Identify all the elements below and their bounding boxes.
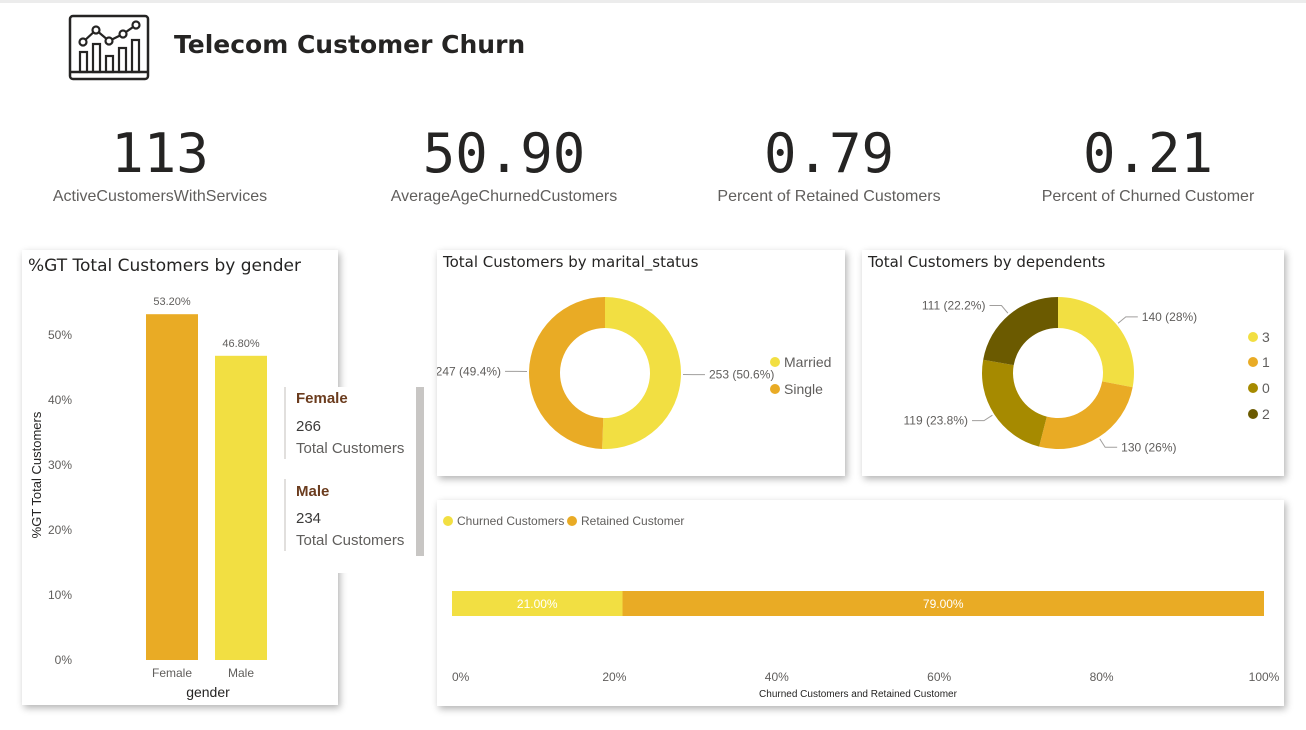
legend-label: Single	[784, 381, 823, 397]
legend-label: 0	[1262, 380, 1270, 396]
x-tick-label: 20%	[602, 670, 626, 684]
kpi-value: 0.79	[763, 122, 895, 185]
tooltip-divider	[284, 387, 286, 459]
tooltip-scrollbar[interactable]	[416, 387, 424, 556]
legend-dot	[770, 384, 780, 394]
churn-retained-chart-card[interactable]: Churned Customers Retained Customer 21.0…	[437, 500, 1284, 706]
donut-slice-2	[983, 297, 1058, 366]
data-label: 111 (22.2%)	[922, 299, 986, 313]
donut-slice-3	[1058, 297, 1134, 388]
y-tick-label: 50%	[48, 328, 72, 342]
tooltip-label: Total Customers	[296, 532, 405, 549]
leader-line	[1099, 438, 1118, 448]
donut-slice-single	[528, 297, 605, 449]
leader-line	[1117, 316, 1138, 324]
kpi-value: 0.21	[1082, 122, 1214, 185]
legend-dot	[1248, 383, 1258, 393]
kpi-average-age[interactable]: 50.90 AverageAgeChurnedCustomers	[349, 120, 659, 206]
data-label: 21.00%	[517, 597, 558, 611]
tooltip-category: Male	[296, 483, 330, 500]
x-tick-label: 100%	[1249, 670, 1280, 684]
data-label: 130 (26%)	[1121, 440, 1176, 454]
x-tick-label: 0%	[452, 670, 470, 684]
data-label: 140 (28%)	[1142, 310, 1197, 324]
y-tick-label: 10%	[48, 588, 72, 602]
kpi-label: Percent of Churned Customer	[1041, 188, 1255, 205]
donut-slice-married	[602, 297, 681, 449]
data-label: 46.80%	[222, 338, 260, 350]
kpi-active-customers[interactable]: 113 ActiveCustomersWithServices	[5, 120, 315, 206]
data-label: 53.20%	[153, 296, 191, 308]
tooltip-value: 234	[296, 510, 322, 527]
tooltip: Female 266 Total Customers Male 234 Tota…	[284, 387, 424, 573]
tooltip-value: 266	[296, 418, 322, 435]
x-axis-title: Churned Customers and Retained Customer	[759, 689, 958, 700]
y-tick-label: 20%	[48, 523, 72, 537]
data-label: 119 (23.8%)	[904, 414, 968, 428]
data-label: 79.00%	[923, 597, 964, 611]
kpi-label: AverageAgeChurnedCustomers	[390, 188, 618, 205]
dependents-donut[interactable]: 140 (28%) 130 (26%) 119 (23.8%) 111 (22.2%)	[862, 250, 1284, 476]
x-tick-label: Male	[228, 666, 254, 680]
tooltip-label: Total Customers	[296, 440, 405, 457]
legend-dot	[1248, 357, 1258, 367]
leader-line	[989, 305, 1009, 314]
x-axis-title: gender	[186, 684, 230, 700]
legend-label: 3	[1262, 329, 1270, 345]
kpi-value: 113	[111, 122, 209, 185]
donut-slice-1	[1039, 381, 1133, 449]
legend-label: 2	[1262, 406, 1270, 422]
kpi-label: ActiveCustomersWithServices	[52, 188, 268, 205]
donut-slice-0	[982, 359, 1047, 447]
data-label: 247 (49.4%)	[437, 364, 501, 378]
legend-item-2[interactable]: 2	[1248, 406, 1270, 422]
tooltip-divider	[284, 479, 286, 551]
legend-item-1[interactable]: 1	[1248, 354, 1270, 370]
y-tick-label: 30%	[48, 458, 72, 472]
data-label: 253 (50.6%)	[709, 368, 774, 382]
kpi-value: 50.90	[422, 122, 586, 185]
legend-dot	[1248, 409, 1258, 419]
y-tick-label: 40%	[48, 393, 72, 407]
x-tick-label: 60%	[927, 670, 951, 684]
legend-label: Married	[784, 354, 832, 370]
legend-dot	[1248, 332, 1258, 342]
legend-item-single[interactable]: Single	[770, 381, 823, 397]
churn-retained-stacked-bar[interactable]: 21.00% 79.00%0% 20% 40% 60% 80% 100%Churned Cu…	[437, 500, 1284, 706]
leader-line	[971, 414, 993, 422]
x-tick-label: 40%	[765, 670, 789, 684]
line-chart-icon	[68, 14, 150, 81]
bar-female	[146, 314, 198, 660]
page-title: Telecom Customer Churn	[174, 30, 526, 59]
legend-item-0[interactable]: 0	[1248, 380, 1270, 396]
legend-item-3[interactable]: 3	[1248, 329, 1270, 345]
legend-dot	[770, 357, 780, 367]
marital-status-chart-card[interactable]: Total Customers by marital_status 253 (5…	[437, 250, 845, 476]
bar-male	[215, 355, 267, 660]
kpi-label: Percent of Retained Customers	[717, 188, 941, 205]
legend-label: 1	[1262, 354, 1270, 370]
kpi-churned-percent[interactable]: 0.21 Percent of Churned Customer	[993, 120, 1303, 206]
kpi-retained-percent[interactable]: 0.79 Percent of Retained Customers	[674, 120, 984, 206]
dependents-chart-card[interactable]: Total Customers by dependents 140 (28%) 1…	[862, 250, 1284, 476]
top-border	[0, 0, 1306, 3]
y-tick-label: 0%	[55, 653, 73, 667]
legend-item-married[interactable]: Married	[770, 354, 831, 370]
tooltip-category: Female	[296, 390, 348, 407]
y-axis-title: %GT Total Customers	[29, 411, 44, 538]
x-tick-label: Female	[152, 666, 192, 680]
x-tick-label: 80%	[1090, 670, 1114, 684]
